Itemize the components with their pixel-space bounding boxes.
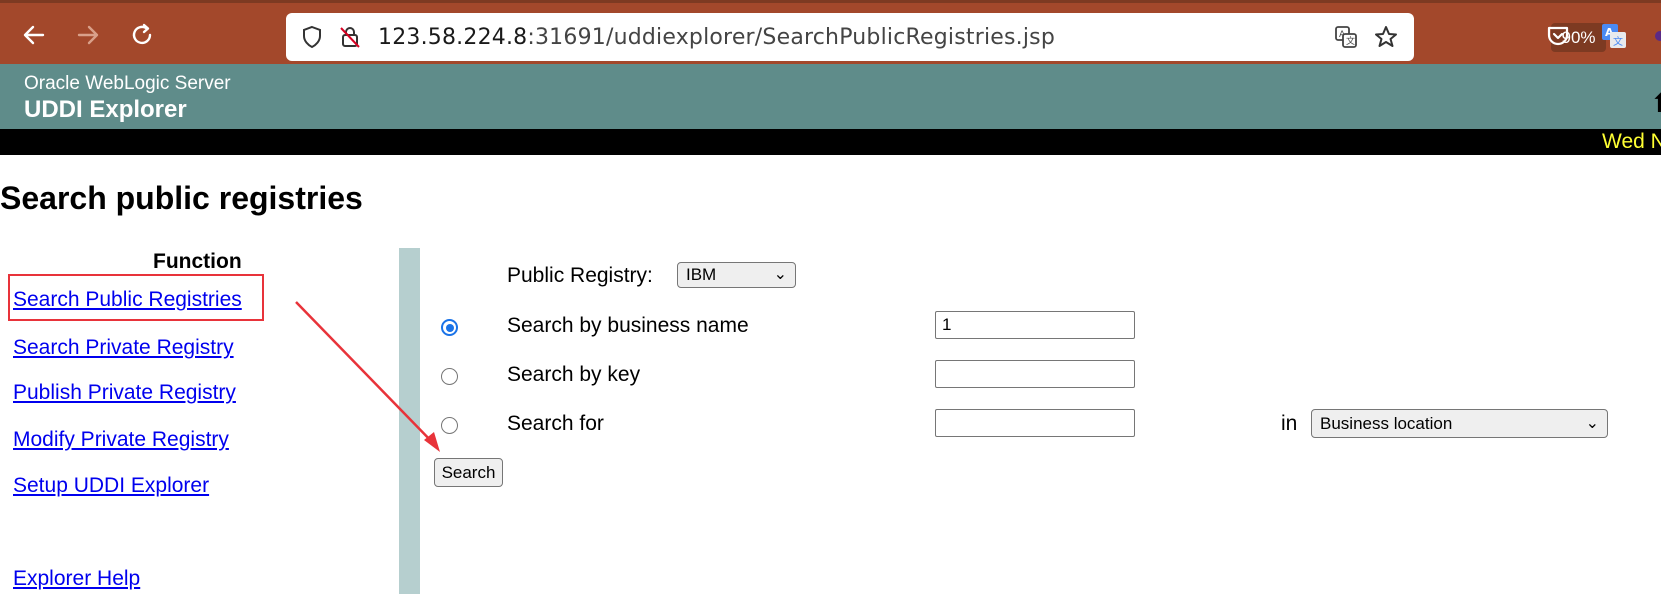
link-search-private-registry[interactable]: Search Private Registry: [13, 336, 234, 360]
search-for-input[interactable]: [935, 409, 1135, 437]
app-subtitle: Oracle WebLogic Server: [24, 73, 231, 94]
date-text: Wed N: [1602, 130, 1661, 153]
radio-key[interactable]: [441, 368, 458, 385]
link-publish-private-registry[interactable]: Publish Private Registry: [13, 381, 236, 405]
highlight-box: [8, 274, 264, 321]
reload-icon[interactable]: [124, 17, 160, 53]
bookmark-star-icon[interactable]: [1374, 25, 1398, 49]
date-bar: Wed N: [0, 129, 1661, 155]
in-label: in: [1281, 412, 1298, 435]
radio-search-for[interactable]: [441, 417, 458, 434]
app-title: UDDI Explorer: [24, 96, 187, 123]
app-header: Oracle WebLogic Server UDDI Explorer ⬆: [0, 64, 1661, 129]
link-modify-private-registry[interactable]: Modify Private Registry: [13, 428, 229, 452]
address-bar[interactable]: 123.58.224.8:31691/uddiexplorer/SearchPu…: [286, 13, 1606, 61]
browser-toolbar: 123.58.224.8:31691/uddiexplorer/SearchPu…: [0, 0, 1661, 64]
home-icon[interactable]: ⬆: [1650, 88, 1661, 119]
key-label: Search by key: [507, 363, 641, 386]
divider-strip: [399, 248, 420, 594]
forward-icon[interactable]: [70, 17, 106, 53]
search-for-label: Search for: [507, 412, 604, 435]
key-input[interactable]: [935, 360, 1135, 388]
extension-icon[interactable]: [1652, 23, 1661, 49]
public-registry-select[interactable]: IBM ⌄: [677, 262, 796, 288]
back-icon[interactable]: [16, 17, 52, 53]
svg-text:文: 文: [1346, 35, 1355, 47]
search-in-value: Business location: [1320, 414, 1453, 433]
link-setup-uddi-explorer[interactable]: Setup UDDI Explorer: [13, 474, 209, 498]
radio-business-name[interactable]: [441, 319, 458, 336]
pocket-icon[interactable]: [1545, 23, 1571, 49]
translate-icon[interactable]: A文: [1334, 25, 1358, 49]
public-registry-label: Public Registry:: [507, 264, 653, 287]
search-in-select[interactable]: Business location ⌄: [1311, 409, 1608, 438]
search-button[interactable]: Search: [434, 458, 503, 487]
url-text[interactable]: 123.58.224.8:31691/uddiexplorer/SearchPu…: [378, 25, 1055, 50]
shield-icon[interactable]: [300, 25, 324, 49]
function-heading: Function: [153, 250, 242, 273]
business-name-label: Search by business name: [507, 314, 749, 337]
chevron-down-icon: ⌄: [773, 266, 787, 283]
chevron-down-icon: ⌄: [1585, 415, 1599, 432]
business-name-input[interactable]: 1: [935, 311, 1135, 339]
translate-extension-icon[interactable]: A文: [1601, 23, 1627, 49]
link-explorer-help[interactable]: Explorer Help: [13, 567, 140, 591]
svg-text:文: 文: [1613, 35, 1623, 48]
page-title: Search public registries: [0, 180, 363, 216]
insecure-lock-icon[interactable]: [338, 25, 362, 49]
public-registry-value: IBM: [686, 265, 717, 284]
